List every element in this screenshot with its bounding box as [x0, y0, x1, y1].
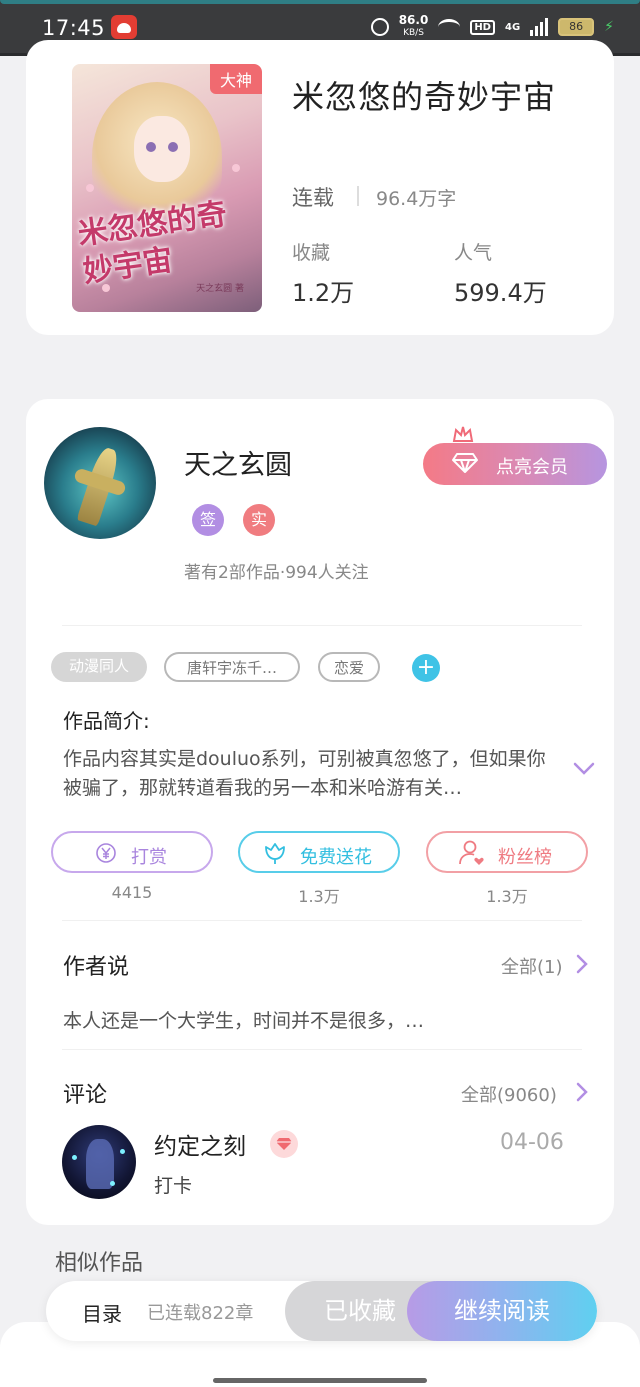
catalog-button[interactable]: 目录 [82, 1298, 122, 1327]
vip-button-label: 点亮会员 [496, 457, 568, 478]
verified-badge: 实 [243, 504, 275, 536]
tag-chip[interactable]: 动漫同人 [51, 652, 147, 682]
intro-title: 作品简介: [63, 709, 150, 733]
commenter-name[interactable]: 约定之刻 [154, 1127, 246, 1161]
book-cover[interactable]: 米忽悠的奇妙宇宙 天之玄圆 著 大神 [72, 64, 262, 312]
network-type: 4G [504, 21, 521, 33]
book-title: 米忽悠的奇妙宇宙 [292, 78, 557, 116]
dashen-badge: 大神 [209, 64, 262, 94]
divider [62, 1049, 582, 1050]
net-speed-value: 86.0 [398, 13, 429, 27]
signed-badge: 签 [192, 504, 224, 536]
diamond-icon [452, 453, 478, 473]
fan-ranking-label: 粉丝榜 [498, 847, 552, 868]
collect-value: 1.2万 [292, 279, 355, 307]
flower-icon [265, 843, 285, 864]
author-avatar[interactable] [44, 427, 156, 539]
chapter-count[interactable]: 已连载822章 [147, 1299, 253, 1325]
chevron-down-icon[interactable] [573, 761, 595, 777]
divider [357, 186, 359, 206]
status-icons: 86.0 KB/S HD 4G 86 ⚡ [370, 13, 614, 39]
avatar-art [72, 1155, 77, 1160]
user-heart-icon [459, 840, 484, 865]
send-flower-label: 免费送花 [300, 847, 372, 868]
commenter-avatar[interactable] [62, 1125, 136, 1199]
reward-count: 4415 [111, 883, 153, 902]
yen-icon [96, 843, 116, 863]
net-speed: 86.0 KB/S [398, 13, 429, 39]
comments-more[interactable]: 全部(9060) [461, 1081, 557, 1107]
status-time: 17:45 [42, 16, 106, 40]
divider [62, 625, 582, 626]
charging-icon: ⚡ [604, 19, 614, 35]
comment-date: 04-06 [500, 1130, 564, 1155]
app-notification-icon [111, 15, 137, 39]
avatar-art [120, 1149, 125, 1154]
signal-icon [530, 18, 549, 36]
crown-icon [452, 426, 474, 442]
alarm-icon [370, 18, 389, 36]
status-accent-line [0, 0, 640, 4]
add-tag-button[interactable]: + [412, 654, 440, 682]
book-word-count: 96.4万字 [376, 188, 457, 210]
author-meta: 著有2部作品·994人关注 [184, 563, 369, 583]
author-says-more[interactable]: 全部(1) [501, 953, 563, 979]
diamond-icon [276, 1138, 292, 1150]
send-flower-button[interactable]: 免费送花 [238, 831, 400, 873]
author-detail-card: 天之玄圆 签 实 著有2部作品·994人关注 点亮会员 动漫同人 唐轩宇冻千… … [26, 399, 614, 1225]
hd-icon: HD [470, 19, 495, 35]
net-speed-unit: KB/S [403, 28, 424, 38]
reward-label: 打赏 [131, 847, 167, 868]
chevron-right-icon[interactable] [576, 1082, 588, 1102]
tag-chip[interactable]: 恋爱 [318, 652, 380, 682]
cover-art-eye [168, 142, 178, 152]
bottom-action-bar: 目录 已连载822章 已收藏 继续阅读 [46, 1281, 597, 1341]
popularity-value: 599.4万 [454, 279, 547, 307]
fan-count: 1.3万 [486, 887, 528, 906]
chevron-right-icon[interactable] [576, 954, 588, 974]
battery-icon: 86 [558, 18, 595, 36]
home-indicator[interactable] [213, 1378, 427, 1383]
divider [62, 920, 582, 921]
author-name[interactable]: 天之玄圆 [184, 443, 292, 482]
wifi-icon [438, 19, 461, 35]
vip-button[interactable]: 点亮会员 [423, 443, 607, 485]
comments-title: 评论 [63, 1083, 108, 1108]
cover-art-eye [146, 142, 156, 152]
collect-label: 收藏 [292, 242, 331, 264]
tag-chip[interactable]: 唐轩宇冻千… [164, 652, 300, 682]
book-info-card: 米忽悠的奇妙宇宙 天之玄圆 著 大神 米忽悠的奇妙宇宙 连载 96.4万字 收藏… [26, 40, 614, 335]
avatar-art [110, 1181, 115, 1186]
author-says-title: 作者说 [63, 955, 130, 980]
similar-works-title: 相似作品 [55, 1251, 144, 1276]
flower-count: 1.3万 [298, 887, 340, 906]
intro-text[interactable]: 作品内容其实是douluo系列，可别被真忽悠了，但如果你被骗了，那就转道看我的另… [63, 745, 553, 803]
popularity-label: 人气 [454, 242, 493, 264]
cover-author-art: 天之玄圆 著 [196, 284, 244, 294]
book-status: 连载 [292, 186, 334, 210]
continue-reading-button[interactable]: 继续阅读 [407, 1281, 597, 1341]
reward-button[interactable]: 打赏 [51, 831, 213, 873]
fan-ranking-button[interactable]: 粉丝榜 [426, 831, 588, 873]
author-says-text[interactable]: 本人还是一个大学生，时间并不是很多，… [63, 1006, 424, 1033]
cover-petal [86, 184, 94, 192]
cover-petal [232, 164, 240, 172]
vip-badge [270, 1130, 298, 1158]
comment-text[interactable]: 打卡 [154, 1171, 192, 1198]
cover-art-face [134, 116, 190, 182]
